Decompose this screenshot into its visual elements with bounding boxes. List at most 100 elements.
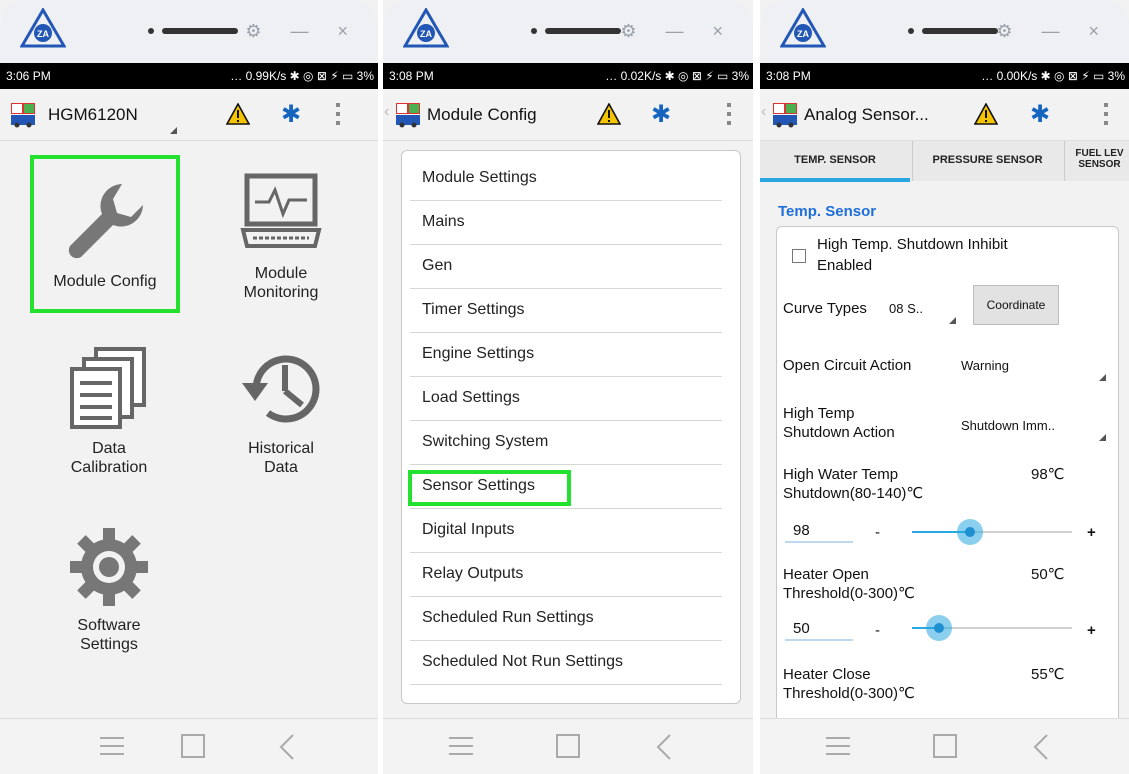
water-temp-label-line1: High Water Temp <box>783 466 899 483</box>
drag-handle[interactable] <box>162 28 238 34</box>
home-nav-icon[interactable] <box>555 733 581 759</box>
warning-icon[interactable] <box>597 103 621 125</box>
bluetooth-icon[interactable]: ✱ <box>1030 100 1054 128</box>
menu-item-gen[interactable]: Gen <box>410 245 722 289</box>
tab-fuel-level-sensor[interactable]: FUEL LEV SENSOR <box>1064 141 1129 181</box>
tab-temp-sensor[interactable]: TEMP. SENSOR <box>760 141 910 181</box>
phone-panel-module-config: ZA ⚙ — × 3:08 PM … 0.02K/s ✱ ◎ ⊠ ⚡ ▭ 3% … <box>383 0 753 774</box>
window-controls[interactable]: ⚙ — × <box>620 21 735 42</box>
shutdown-action-select[interactable]: Shutdown Imm.. <box>961 416 1055 435</box>
tile-label-line2: Calibration <box>70 459 148 476</box>
menu-item-relay-outputs[interactable]: Relay Outputs <box>410 553 722 597</box>
drag-handle[interactable] <box>922 28 998 34</box>
window-controls[interactable]: ⚙ — × <box>996 21 1111 42</box>
water-temp-minus-button[interactable]: - <box>875 523 880 542</box>
gear-icon <box>70 528 148 606</box>
menu-item-timer-settings[interactable]: Timer Settings <box>410 289 722 333</box>
window-controls[interactable]: ⚙ — × <box>245 21 360 42</box>
tile-label-line1: Software <box>77 617 141 634</box>
menu-item-mains[interactable]: Mains <box>410 201 722 245</box>
menu-nav-icon[interactable] <box>447 733 475 759</box>
dropdown-corner-icon <box>170 127 177 134</box>
warning-icon[interactable] <box>974 103 998 125</box>
heater-open-minus-button[interactable]: - <box>875 621 880 640</box>
back-arrow-icon[interactable]: ‹ <box>761 103 766 121</box>
home-nav-icon[interactable] <box>180 733 206 759</box>
overflow-menu-icon[interactable] <box>726 103 732 127</box>
overflow-menu-icon[interactable] <box>335 103 341 127</box>
status-icons: … 0.02K/s ✱ ◎ ⊠ ⚡ ▭ 3% <box>605 69 749 83</box>
highlight-box-sensor-settings <box>408 470 571 506</box>
bluetooth-icon[interactable]: ✱ <box>281 100 305 128</box>
menu-item-engine-settings[interactable]: Engine Settings <box>410 333 722 377</box>
menu-item-scheduled-not-run-settings[interactable]: Scheduled Not Run Settings <box>410 641 722 685</box>
inhibit-label-line2: Enabled <box>817 257 873 274</box>
handle-dot <box>908 28 914 34</box>
status-time: 3:08 PM <box>389 69 434 83</box>
shutdown-action-label-line2: Shutdown Action <box>783 424 895 441</box>
menu-item-module-settings[interactable]: Module Settings <box>410 157 722 201</box>
dropdown-corner-icon <box>1099 374 1106 381</box>
drag-handle[interactable] <box>545 28 621 34</box>
menu-item-switching-system[interactable]: Switching System <box>410 421 722 465</box>
tile-module-monitoring[interactable]: Module Monitoring <box>216 168 346 318</box>
phone-panel-home: ZA ⚙ — × 3:06 PM … 0.99K/s ✱ ◎ ⊠ ⚡ ▭ 3% … <box>0 0 378 774</box>
back-nav-icon[interactable] <box>655 733 673 761</box>
tab-label-line2: SENSOR <box>1078 159 1121 170</box>
tile-historical-data[interactable]: Historical Data <box>216 345 346 485</box>
status-time: 3:06 PM <box>6 69 51 83</box>
water-temp-plus-button[interactable]: + <box>1087 523 1096 542</box>
handle-dot <box>148 28 154 34</box>
module-config-menu: Module Settings Mains Gen Timer Settings… <box>401 150 741 704</box>
water-temp-input[interactable]: 98 <box>793 521 810 540</box>
heater-open-label-line2: Threshold(0-300)℃ <box>783 585 915 602</box>
svg-text:ZA: ZA <box>37 29 49 39</box>
inhibit-label-line1: High Temp. Shutdown Inhibit <box>817 236 1008 253</box>
active-tab-indicator <box>760 178 910 182</box>
status-bar: 3:08 PM … 0.00K/s ✱ ◎ ⊠ ⚡ ▭ 3% <box>760 63 1129 89</box>
inhibit-checkbox[interactable] <box>792 249 806 263</box>
curve-types-select[interactable]: 08 S.. <box>889 299 923 318</box>
tile-software-settings[interactable]: Software Settings <box>44 520 174 660</box>
input-underline <box>785 541 853 543</box>
tab-pressure-sensor[interactable]: PRESSURE SENSOR <box>912 141 1062 181</box>
app-logo-icon: ZA <box>780 8 826 48</box>
app-logo-icon: ZA <box>403 8 449 48</box>
tile-label-line1: Historical <box>248 440 314 457</box>
home-nav-icon[interactable] <box>932 733 958 759</box>
warning-icon[interactable] <box>226 103 250 125</box>
coordinate-button[interactable]: Coordinate <box>973 285 1059 325</box>
heater-open-slider[interactable] <box>912 613 1072 643</box>
tile-module-config[interactable]: Module Config <box>34 160 176 310</box>
back-nav-icon[interactable] <box>1032 733 1050 761</box>
slider-thumb[interactable] <box>926 615 952 641</box>
open-circuit-select[interactable]: Warning <box>961 356 1009 375</box>
tile-label-line2: Settings <box>80 636 138 653</box>
tile-label-line1: Data <box>92 440 126 457</box>
menu-item-load-settings[interactable]: Load Settings <box>410 377 722 421</box>
svg-text:ZA: ZA <box>420 29 432 39</box>
menu-nav-icon[interactable] <box>98 733 126 759</box>
slider-thumb[interactable] <box>957 519 983 545</box>
back-arrow-icon[interactable]: ‹ <box>384 103 389 121</box>
tile-data-calibration[interactable]: Data Calibration <box>44 345 174 485</box>
menu-nav-icon[interactable] <box>824 733 852 759</box>
heater-close-label-line2: Threshold(0-300)℃ <box>783 685 915 702</box>
android-nav-bar <box>0 718 378 774</box>
water-temp-slider[interactable] <box>912 517 1072 547</box>
status-time: 3:08 PM <box>766 69 811 83</box>
bluetooth-icon[interactable]: ✱ <box>651 100 675 128</box>
window-titlebar: ZA ⚙ — × <box>383 0 753 63</box>
temp-sensor-card: High Temp. Shutdown Inhibit Enabled Curv… <box>776 226 1119 735</box>
android-nav-bar <box>383 718 753 774</box>
overflow-menu-icon[interactable] <box>1103 103 1109 127</box>
back-nav-icon[interactable] <box>278 733 296 761</box>
heater-open-input[interactable]: 50 <box>793 619 810 638</box>
device-selector[interactable]: HGM6120N <box>48 105 138 125</box>
menu-item-scheduled-run-settings[interactable]: Scheduled Run Settings <box>410 597 722 641</box>
heater-open-plus-button[interactable]: + <box>1087 621 1096 640</box>
water-temp-readout: 98℃ <box>1031 466 1065 483</box>
status-bar: 3:06 PM … 0.99K/s ✱ ◎ ⊠ ⚡ ▭ 3% <box>0 63 378 89</box>
tile-label-line2: Monitoring <box>243 284 319 301</box>
menu-item-digital-inputs[interactable]: Digital Inputs <box>410 509 722 553</box>
